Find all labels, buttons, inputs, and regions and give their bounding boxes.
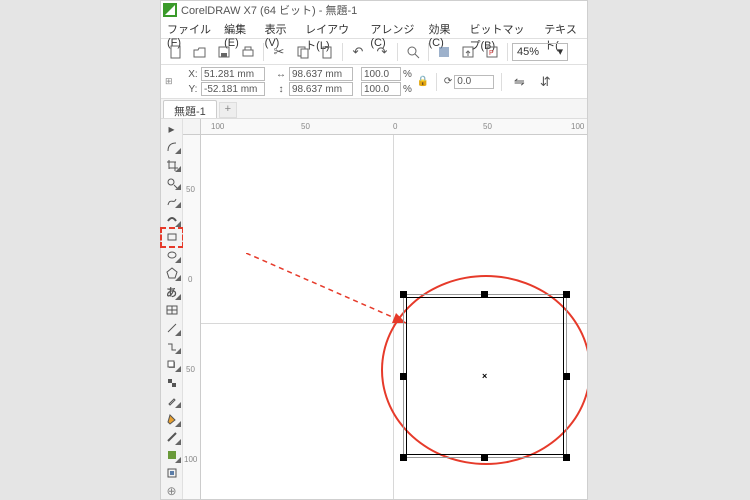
x-label: X: bbox=[187, 69, 199, 80]
add-tab-button[interactable]: + bbox=[219, 102, 237, 118]
polygon-tool[interactable] bbox=[163, 266, 181, 281]
quick-customize-button[interactable]: ⊕ bbox=[163, 484, 181, 499]
fill-tool[interactable] bbox=[163, 411, 181, 426]
property-bar: ⊞ X:51.281 mm Y:-52.181 mm ↔98.637 mm ↕9… bbox=[161, 65, 587, 99]
menu-layout[interactable]: レイアウト(L) bbox=[305, 21, 358, 36]
position-icon: ⊞ bbox=[165, 77, 183, 86]
freehand-tool[interactable] bbox=[163, 193, 181, 208]
handle-tl[interactable] bbox=[400, 291, 407, 298]
angle-input[interactable]: 0.0 bbox=[454, 75, 494, 89]
toolbox: ▸ あ ⊕ bbox=[161, 119, 183, 499]
scale-x-input[interactable]: 100.0 bbox=[361, 67, 401, 81]
outline-tool[interactable] bbox=[163, 430, 181, 445]
import-button[interactable] bbox=[433, 41, 455, 63]
search-button[interactable] bbox=[402, 41, 424, 63]
save-button[interactable] bbox=[213, 41, 235, 63]
menubar: ファイル(F) 編集(E) 表示(V) レイアウト(L) アレンジ(C) 効果(… bbox=[161, 19, 587, 39]
undo-button[interactable]: ↶ bbox=[347, 41, 369, 63]
menu-arrange[interactable]: アレンジ(C) bbox=[370, 21, 416, 36]
paste-button[interactable] bbox=[316, 41, 338, 63]
handle-br[interactable] bbox=[563, 454, 570, 461]
handle-mr[interactable] bbox=[563, 373, 570, 380]
standard-toolbar: ✂ ↶ ↷ P 45% ▾ bbox=[161, 39, 587, 65]
redo-button[interactable]: ↷ bbox=[371, 41, 393, 63]
crop-tool[interactable] bbox=[163, 157, 181, 172]
handle-tc[interactable] bbox=[481, 291, 488, 298]
scale-y-input[interactable]: 100.0 bbox=[361, 82, 401, 96]
x-input[interactable]: 51.281 mm bbox=[201, 67, 265, 81]
height-input[interactable]: 98.637 mm bbox=[289, 82, 353, 96]
guide-vertical bbox=[393, 135, 394, 499]
text-tool[interactable]: あ bbox=[163, 284, 181, 300]
publish-button[interactable]: P bbox=[481, 41, 503, 63]
rectangle-tool[interactable] bbox=[163, 230, 181, 245]
new-button[interactable] bbox=[165, 41, 187, 63]
zoom-value: 45% bbox=[517, 46, 539, 58]
zoom-tool[interactable] bbox=[163, 175, 181, 190]
drop-shadow-tool[interactable] bbox=[163, 357, 181, 372]
menu-text[interactable]: テキスト( bbox=[544, 21, 581, 36]
canvas-area: 100 50 0 50 100 50 0 50 100 bbox=[183, 119, 587, 499]
vertical-ruler[interactable]: 50 0 50 100 bbox=[183, 135, 201, 499]
open-button[interactable] bbox=[189, 41, 211, 63]
dimension-tool[interactable] bbox=[163, 321, 181, 336]
y-input[interactable]: -52.181 mm bbox=[201, 82, 265, 96]
workarea: ▸ あ ⊕ 100 50 bbox=[161, 119, 587, 499]
mirror-v-button[interactable]: ⇵ bbox=[534, 71, 556, 93]
tab-document[interactable]: 無題-1 bbox=[163, 100, 217, 118]
width-input[interactable]: 98.637 mm bbox=[289, 67, 353, 81]
document-tabs: 無題-1 + bbox=[161, 99, 587, 119]
menu-view[interactable]: 表示(V) bbox=[265, 21, 294, 36]
window-title: CorelDRAW X7 (64 ビット) - 無題-1 bbox=[181, 2, 357, 18]
y-label: Y: bbox=[187, 84, 199, 95]
titlebar: CorelDRAW X7 (64 ビット) - 無題-1 bbox=[161, 1, 587, 19]
mirror-h-button[interactable]: ⇋ bbox=[508, 71, 530, 93]
eyedropper-tool[interactable] bbox=[163, 393, 181, 408]
handle-tr[interactable] bbox=[563, 291, 570, 298]
print-button[interactable] bbox=[237, 41, 259, 63]
menu-edit[interactable]: 編集(E) bbox=[224, 21, 253, 36]
pick-tool[interactable]: ▸ bbox=[163, 121, 181, 136]
height-icon: ↕ bbox=[275, 84, 287, 95]
svg-text:P: P bbox=[489, 50, 494, 57]
ruler-origin[interactable] bbox=[183, 119, 201, 135]
copy-button[interactable] bbox=[292, 41, 314, 63]
cut-button[interactable]: ✂ bbox=[268, 41, 290, 63]
handle-bl[interactable] bbox=[400, 454, 407, 461]
lock-ratio-button[interactable]: 🔒 bbox=[416, 68, 430, 96]
ellipse-tool[interactable] bbox=[163, 248, 181, 263]
annotation-arrow bbox=[246, 253, 416, 333]
app-logo-icon bbox=[163, 3, 177, 17]
handle-ml[interactable] bbox=[400, 373, 407, 380]
rotate-icon: ⟳ bbox=[444, 76, 452, 87]
table-tool[interactable] bbox=[163, 303, 181, 318]
connector-tool[interactable] bbox=[163, 339, 181, 354]
menu-file[interactable]: ファイル(F) bbox=[167, 21, 212, 36]
chevron-down-icon: ▾ bbox=[557, 45, 563, 58]
width-icon: ↔ bbox=[275, 69, 287, 80]
handle-bc[interactable] bbox=[481, 454, 488, 461]
artistic-media-tool[interactable] bbox=[163, 211, 181, 226]
export-button[interactable] bbox=[457, 41, 479, 63]
transparency-tool[interactable] bbox=[163, 375, 181, 390]
smart-fill-tool[interactable] bbox=[163, 466, 181, 481]
horizontal-ruler[interactable]: 100 50 0 50 100 bbox=[201, 119, 587, 135]
app-window: CorelDRAW X7 (64 ビット) - 無題-1 ファイル(F) 編集(… bbox=[160, 0, 588, 500]
selection-center-mark[interactable]: × bbox=[482, 371, 487, 381]
shape-tool[interactable] bbox=[163, 139, 181, 154]
interactive-fill-tool[interactable] bbox=[163, 448, 181, 463]
canvas[interactable]: × bbox=[201, 135, 587, 499]
menu-bitmap[interactable]: ビットマップ(B) bbox=[469, 21, 532, 36]
menu-effects[interactable]: 効果(C) bbox=[428, 21, 457, 36]
zoom-combo[interactable]: 45% ▾ bbox=[512, 43, 568, 61]
